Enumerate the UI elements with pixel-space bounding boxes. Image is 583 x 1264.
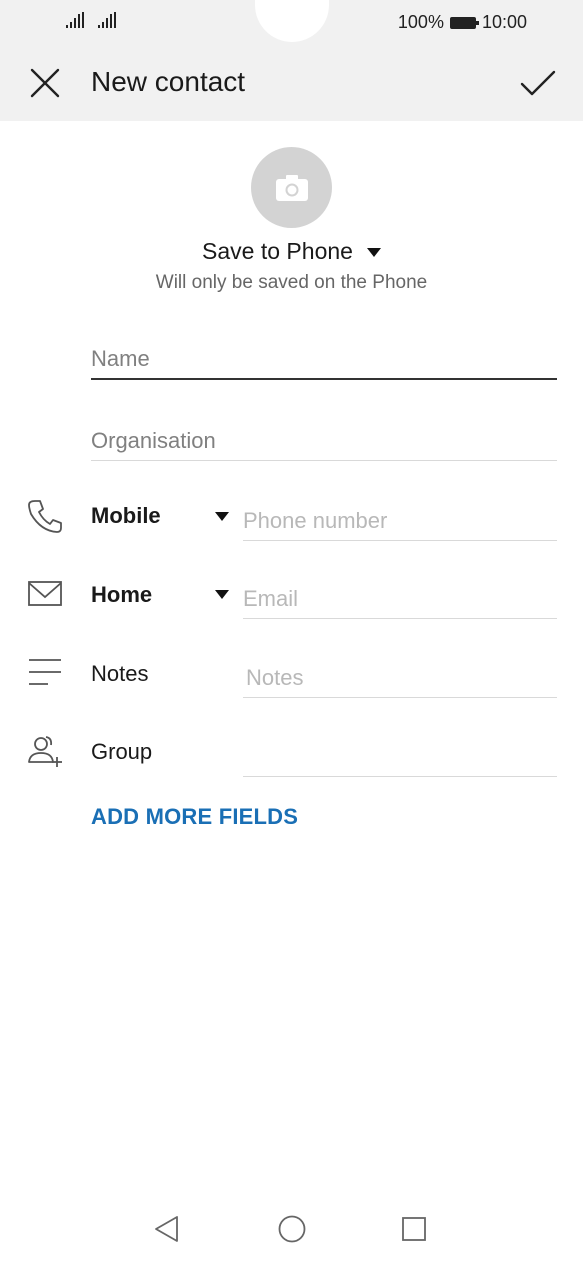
phone-number-input[interactable] — [243, 501, 557, 541]
add-group-icon — [28, 736, 62, 767]
recents-icon[interactable] — [397, 1212, 431, 1246]
phone-type-label[interactable]: Mobile — [91, 503, 161, 529]
app-header: 100% 10:00 New contact — [0, 0, 583, 121]
save-location-selector[interactable]: Save to Phone — [0, 238, 583, 265]
camera-notch — [255, 0, 329, 42]
save-location-hint: Will only be saved on the Phone — [155, 272, 428, 293]
email-type-dropdown-icon[interactable] — [215, 590, 229, 599]
notes-icon — [29, 659, 61, 685]
page-title: New contact — [91, 66, 246, 97]
notes-label: Notes — [91, 661, 149, 686]
organisation-input[interactable] — [91, 421, 557, 461]
mail-icon — [28, 581, 62, 606]
add-more-fields-button[interactable]: ADD MORE FIELDS — [91, 804, 298, 830]
phone-icon — [28, 500, 62, 533]
status-right: 100% 10:00 — [398, 12, 527, 33]
clock: 10:00 — [481, 12, 527, 32]
signal-icon — [98, 12, 116, 28]
battery-percent: 100% — [397, 12, 444, 32]
phone-type-dropdown-icon[interactable] — [215, 512, 229, 521]
back-icon[interactable] — [150, 1212, 184, 1246]
group-label: Group — [91, 739, 153, 764]
group-selector[interactable] — [243, 737, 557, 777]
name-input[interactable] — [91, 340, 557, 380]
close-icon[interactable] — [26, 64, 64, 102]
battery-icon — [449, 16, 479, 29]
email-type-label[interactable]: Home — [91, 582, 152, 608]
save-location-label: Save to Phone — [202, 238, 353, 264]
camera-icon — [275, 174, 308, 201]
contact-photo-button[interactable] — [251, 147, 332, 228]
dropdown-caret-icon — [366, 248, 381, 258]
signal-icon — [66, 12, 84, 28]
check-icon[interactable] — [518, 64, 558, 102]
home-icon[interactable] — [275, 1212, 309, 1246]
email-input[interactable] — [243, 579, 557, 619]
notes-input[interactable] — [243, 658, 557, 698]
